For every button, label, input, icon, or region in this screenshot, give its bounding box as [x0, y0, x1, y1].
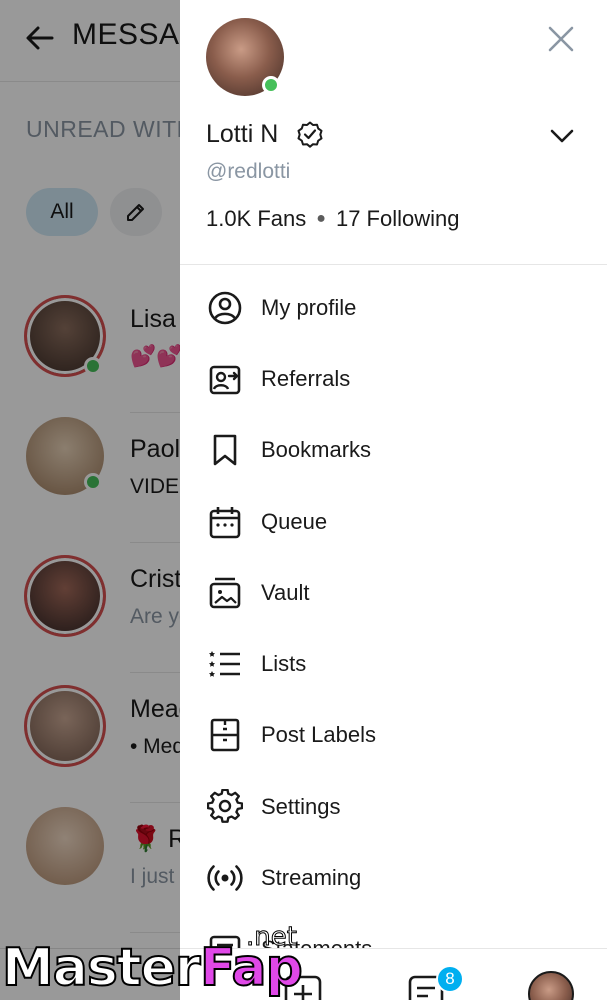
divider	[180, 264, 607, 265]
referrals-icon	[206, 360, 244, 398]
menu-item-label: Queue	[261, 508, 328, 534]
menu-item-referrals[interactable]: Referrals	[180, 343, 607, 414]
menu-item-label: Settings	[261, 793, 341, 819]
menu-item-label: Bookmarks	[261, 437, 372, 463]
watermark-logo: Master Fap .net	[0, 922, 320, 1000]
menu-item-queue[interactable]: Queue	[180, 486, 607, 557]
menu-item-vault[interactable]: Vault	[180, 557, 607, 628]
messages-badge: 8	[436, 965, 464, 993]
menu-item-label: Referrals	[261, 365, 351, 391]
menu-item-label: Post Labels	[261, 722, 376, 748]
vault-icon	[206, 574, 244, 612]
bookmark-icon	[206, 431, 244, 469]
menu-item-post-labels[interactable]: Post Labels	[180, 700, 607, 771]
streaming-icon	[206, 859, 244, 897]
fans-count[interactable]: 1.0K Fans	[206, 206, 306, 232]
gear-icon	[206, 788, 244, 826]
avatar[interactable]	[528, 971, 574, 1000]
menu-item-lists[interactable]: Lists	[180, 628, 607, 699]
close-icon[interactable]	[546, 24, 576, 54]
calendar-icon	[206, 503, 244, 541]
post-labels-icon	[206, 716, 244, 754]
profile-handle: @redlotti	[206, 160, 291, 183]
menu-item-label: Vault	[261, 579, 310, 605]
profile-icon	[206, 289, 244, 327]
menu-item-label: Streaming	[261, 865, 362, 891]
menu-item-bookmarks[interactable]: Bookmarks	[180, 415, 607, 486]
menu-item-settings[interactable]: Settings	[180, 771, 607, 842]
menu-item-label: Lists	[261, 651, 307, 677]
online-indicator	[262, 76, 280, 94]
profile-stats: 1.0K Fans ● 17 Following	[206, 206, 459, 232]
chevron-down-icon[interactable]	[548, 122, 576, 150]
watermark-text: .net	[246, 922, 298, 953]
menu-item-my-profile[interactable]: My profile	[180, 272, 607, 343]
verified-badge-icon	[297, 121, 323, 148]
account-drawer: Lotti N @redlotti 1.0K Fans ● 17 Followi…	[180, 0, 607, 1000]
menu-item-streaming[interactable]: Streaming	[180, 842, 607, 913]
following-count[interactable]: 17 Following	[336, 206, 460, 232]
profile-name: Lotti N	[206, 120, 279, 148]
bullet-separator: ●	[316, 210, 326, 227]
menu-item-label: My profile	[261, 294, 357, 320]
watermark-text: Master	[1, 937, 202, 999]
drawer-menu: My profile Referrals Bookmarks Queue Vau…	[180, 272, 607, 985]
lists-icon	[206, 645, 244, 683]
